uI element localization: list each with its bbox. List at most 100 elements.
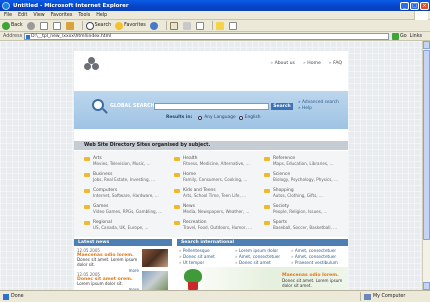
search-input[interactable] xyxy=(154,103,269,110)
favorites-button[interactable]: Favorites xyxy=(115,21,146,30)
back-arrow-icon xyxy=(2,21,10,30)
search-icon xyxy=(85,21,94,30)
news-item: 12.05.2005 Donec sit amet orem. Lorem ip… xyxy=(77,272,139,290)
international-links: Pellentesque Lorem ipsum dolor Amet, con… xyxy=(179,248,347,265)
category-shopping[interactable]: Shopping Autos, Clothing, Gifts, ... xyxy=(264,188,349,203)
menu-favorites[interactable]: Favorites xyxy=(51,13,73,18)
search-international-heading: Search international xyxy=(177,239,348,246)
nav-about-us[interactable]: About us xyxy=(270,61,295,66)
printer-icon xyxy=(182,21,191,30)
english-radio[interactable] xyxy=(238,115,243,120)
status-bar: Done My Computer xyxy=(0,290,430,302)
category-health[interactable]: Health Fitness, Medicine, Alternative, ..… xyxy=(174,156,259,171)
refresh-button[interactable] xyxy=(52,21,62,30)
search-international-panel: Search international Pellentesque Lorem … xyxy=(177,239,348,290)
address-input[interactable]: D:\__tpl_new_\xxxx\html\index.html xyxy=(24,32,390,40)
help-link[interactable]: Help xyxy=(298,106,339,112)
intl-link[interactable]: Donec sit amet xyxy=(235,260,291,265)
folder-icon xyxy=(264,173,270,177)
go-arrow-icon xyxy=(392,32,400,40)
toolbar-separator xyxy=(165,21,167,30)
folder-icon xyxy=(84,189,90,193)
folder-icon xyxy=(84,205,90,209)
folder-button[interactable] xyxy=(215,21,225,30)
address-label: Address xyxy=(3,33,23,39)
promo-banner[interactable]: Maecenas odio lorem. Donec sit amet. Lor… xyxy=(177,267,348,290)
category-business[interactable]: Business Jobs, Real Estate, Investing, ..… xyxy=(84,172,169,187)
intl-link[interactable]: Praesent vestibulum xyxy=(291,260,347,265)
intl-link[interactable]: Ut tempor xyxy=(179,260,235,265)
close-button[interactable]: × xyxy=(420,1,429,10)
print-button[interactable] xyxy=(182,21,192,30)
intl-link[interactable]: Donec sit amet xyxy=(179,254,235,259)
page-done-icon xyxy=(3,293,9,300)
intl-link[interactable]: Lorem ipsum dolor xyxy=(235,248,291,253)
menu-tools[interactable]: Tools xyxy=(78,13,90,18)
messenger-icon xyxy=(228,21,237,30)
mail-icon xyxy=(169,21,178,30)
magnifier-icon xyxy=(92,99,104,111)
stop-button[interactable] xyxy=(39,21,49,30)
menu-view[interactable]: View xyxy=(33,13,44,18)
menu-help[interactable]: Help xyxy=(96,13,107,18)
category-news[interactable]: News Media, Newspapers, Weather, ... xyxy=(174,204,259,219)
any-language-radio[interactable] xyxy=(198,115,203,120)
history-button[interactable] xyxy=(149,21,159,30)
directory-heading: Web Site Directory Sites organised by su… xyxy=(74,141,348,150)
go-button[interactable]: Go xyxy=(392,32,407,40)
window-title: Untitled - Microsoft Internet Explorer xyxy=(13,2,129,9)
intl-link[interactable]: Amet, consectetuer xyxy=(235,254,291,259)
category-recreation[interactable]: Recreation Travel, Food, Outdoors, Humor,… xyxy=(174,220,259,235)
category-science[interactable]: Science Biology, Psychology, Physics, ... xyxy=(264,172,349,187)
category-kids-and-teens[interactable]: Kids and Teens Arts, School Time, Teen Li… xyxy=(174,188,259,203)
category-arts[interactable]: Arts Movies, Television, Music, ... xyxy=(84,156,169,171)
home-icon xyxy=(65,21,74,30)
browser-viewport: About us Home FAQ GLOBAL SEARCH: Search … xyxy=(0,41,422,290)
folder-icon xyxy=(84,157,90,161)
toolbar: Back Search Favorites xyxy=(0,20,430,32)
links-button[interactable]: Links xyxy=(410,34,422,39)
intl-link[interactable]: Amet, consectetuer xyxy=(291,248,347,253)
internet-explorer-icon xyxy=(2,1,10,10)
scroll-down-button[interactable] xyxy=(423,282,430,290)
nav-faq[interactable]: FAQ xyxy=(329,61,342,66)
scroll-thumb[interactable] xyxy=(423,50,430,240)
menu-file[interactable]: File xyxy=(4,13,12,18)
category-sports[interactable]: Sports Baseball, Soccer, Basketball, ... xyxy=(264,220,349,235)
intl-link[interactable]: Pellentesque xyxy=(179,248,235,253)
status-text: Done xyxy=(11,294,24,299)
category-games[interactable]: Games Video Games, RPGs, Gambling, ... xyxy=(84,204,169,219)
zone-label: My Computer xyxy=(373,294,406,299)
search-button[interactable]: Search xyxy=(85,21,111,30)
menu-bar: File Edit View Favorites Tools Help xyxy=(0,11,430,20)
folder-icon xyxy=(264,205,270,209)
category-society[interactable]: Society People, Religion, Issues, ... xyxy=(264,204,349,219)
category-home[interactable]: Home Family, Consumers, Cooking, ... xyxy=(174,172,259,187)
search-submit-button[interactable]: Search xyxy=(271,103,293,110)
maximize-button[interactable]: □ xyxy=(410,1,419,10)
site-logo[interactable] xyxy=(84,57,100,71)
intl-link[interactable]: Amet, consectetuer xyxy=(291,254,347,259)
back-button[interactable]: Back xyxy=(2,21,23,30)
messenger-button[interactable] xyxy=(228,21,238,30)
vertical-scrollbar[interactable] xyxy=(422,41,430,290)
folder-icon xyxy=(174,205,180,209)
category-regional[interactable]: Regional US, Canada, UK, Europe, ... xyxy=(84,220,169,235)
minimize-button[interactable]: _ xyxy=(400,1,409,10)
nav-home[interactable]: Home xyxy=(303,61,321,66)
category-computers[interactable]: Computers Internet, Software, Hardware, .… xyxy=(84,188,169,203)
scroll-up-button[interactable] xyxy=(423,41,430,49)
forward-button[interactable] xyxy=(26,21,36,30)
page-header: About us Home FAQ xyxy=(74,51,348,77)
folder-icon xyxy=(84,173,90,177)
global-search-panel: GLOBAL SEARCH: Search Advanced search He… xyxy=(74,91,348,129)
menu-edit[interactable]: Edit xyxy=(18,13,27,18)
home-button[interactable] xyxy=(65,21,75,30)
folder-icon xyxy=(174,221,180,225)
mail-button[interactable] xyxy=(169,21,179,30)
edit-button[interactable] xyxy=(195,21,205,30)
category-reference[interactable]: Reference Maps, Education, Libraries, ... xyxy=(264,156,349,171)
folder-icon xyxy=(264,189,270,193)
house-photo xyxy=(142,271,168,290)
any-language-label: Any Language xyxy=(204,115,236,120)
